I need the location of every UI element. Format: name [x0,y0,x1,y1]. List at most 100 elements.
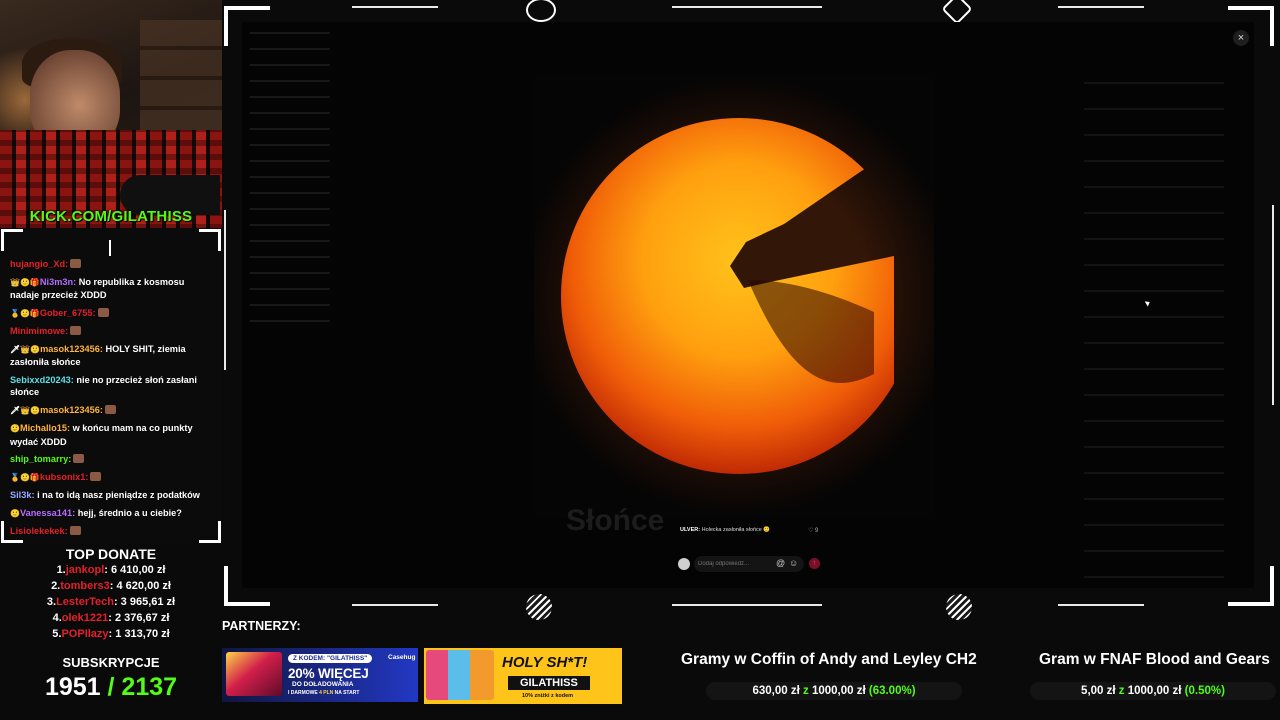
case-image [226,652,282,696]
dimmed-sidebar [250,32,330,332]
donate-rank: 3. [46,596,57,608]
channel-url: KICK.COM/GILATHISS [29,208,193,225]
donate-name: jankopl [65,564,105,576]
crosshair-logo-icon [946,594,972,620]
holy-packs-image [426,650,494,700]
goal-target: 1000,00 zł [811,685,866,697]
chat-username[interactable]: kubsonix1: [40,472,89,482]
chat-emote-icon [90,471,102,481]
post-caption: ULVER: Holecka zasłoniła słońce 🙂 [680,527,770,533]
mention-icon[interactable]: @ [776,558,785,568]
casehug-code: Z KODEM: "GILATHISS" [288,654,373,663]
subs-goal: / 2137 [107,673,178,701]
chat-message: 🥇🙂🎁Gober_6755: [10,307,214,321]
goal-sep: z [1118,685,1125,697]
top-donate-title: TOP DONATE [65,546,157,562]
goal-sep: z [802,685,809,697]
chat-message: Lisiolekekek: [10,525,214,538]
chat-message: 🙂Michallo15: w końcu mam na co punkty wy… [10,422,214,448]
chat-username[interactable]: Sil3k: [10,490,35,500]
donate-name: POPIlazy [61,628,109,640]
goal-current: 5,00 zł [1081,685,1116,697]
donate-row: 5.POPIlazy: 1 313,70 zł [0,626,222,642]
frame-vline [224,210,226,370]
holy-discount: 10% zniżki z kodem [522,693,574,699]
chat-emote-icon [69,526,81,535]
donate-amount: : 4 620,00 zł [109,580,171,592]
goal-title: Gramy w Coffin of Andy and Leyley CH2 [681,651,977,668]
frame-line [352,6,438,8]
donate-amount: : 2 376,67 zł [108,612,170,624]
chat-username[interactable]: Michallo15: [20,423,70,433]
close-icon[interactable]: × [1233,30,1249,46]
goal-percent: (0.50%) [1184,685,1225,697]
post-text: Holecka zasłoniła słońce 🙂 [701,527,771,533]
shared-screen: Słońce ULVER: Holecka zasłoniła słońce 🙂… [242,22,1254,588]
chat-emote-icon [70,259,82,268]
avatar [678,558,690,570]
frame-vline [1272,205,1274,405]
chat-text: hejj, średnio a u ciebie? [77,507,182,518]
chat-badges: 🥇🙂🎁 [10,308,40,318]
like-count[interactable]: ♡ 9 [808,527,818,534]
casehug-banner[interactable]: Z KODEM: "GILATHISS" Casehug 20% WIĘCEJ … [222,648,418,702]
chat-username[interactable]: Ni3m3n: [40,277,76,287]
frame-line [1058,604,1144,606]
webcam-feed: KICK.COM/GILATHISS [0,0,222,228]
donate-amount: : 6 410,00 zł [104,564,166,576]
chat-emote-icon [97,307,109,317]
donate-rank: 2. [51,580,61,592]
chat-badges: 🗡👑🙂 [10,405,41,415]
kick-logo-icon [526,0,556,22]
dimmed-post-title: Słońce [566,504,665,537]
frame-line [1058,6,1144,8]
chat-message: 🙂Vanessa141: hejj, średnio a u ciebie? [10,507,214,521]
chat-message: Sebixxd20243: nie no przecież słoń zasła… [10,374,214,399]
donate-name: tombers3 [60,580,110,592]
chat-message: 👑🙂🎁Ni3m3n: No republika z kosmosu nadaje… [10,276,214,302]
emoji-icon[interactable]: ☺ [789,558,798,568]
chat-username[interactable]: Minimimowe: [10,326,68,336]
chat-message: 🗡👑🙂masok123456: [10,404,214,418]
chat-username[interactable]: masok123456: [40,344,103,354]
chat-text: i na to idą nasz pieniądze z podatków [37,490,200,500]
chat-bracket-tl [1,229,23,251]
casehug-logo: Casehug [388,654,416,661]
donate-row: 1.jankopl: 6 410,00 zł [0,562,222,578]
donate-row: 2.tombers3: 4 620,00 zł [0,578,222,594]
dimmed-comments [1084,82,1224,582]
chat-username[interactable]: ship_tomarry: [10,454,71,464]
chat-username[interactable]: hujangio_Xd: [10,259,68,269]
frame-line [672,6,822,8]
subs-current: 1951 [44,673,101,701]
chat-emote-icon [70,326,82,335]
casehug-sub2-highlight: 4 PLN [319,690,334,696]
eclipse-photo [534,74,934,518]
chat-message: ship_tomarry: [10,453,214,466]
chat-message: 🥇🙂🎁kubsonix1: [10,471,214,485]
donate-row: 4.olek1221: 2 376,67 zł [0,610,222,626]
frame-line [352,604,438,606]
goal-amount: 630,00 zł z 1000,00 zł (63.00%) [706,682,962,700]
frame-line [672,604,822,606]
subs-counter: 1951 / 2137 [0,673,222,702]
send-icon[interactable]: ↑ [809,558,820,569]
chat-message: hujangio_Xd: [10,258,214,271]
chat-username[interactable]: masok123456: [40,405,103,415]
chat-emote-icon [73,454,85,463]
chat-bracket-tr [199,229,221,251]
chat-username[interactable]: Sebixxd20243: [10,375,74,385]
chat-username[interactable]: Lisiolekekek: [10,526,68,536]
top-donate-list: 1.jankopl: 6 410,00 zł 2.tombers3: 4 620,… [0,562,222,642]
casehug-sub2-suffix: NA START [333,690,360,696]
chat-username[interactable]: Vanessa141: [20,508,75,518]
chat-message: Minimimowe: [10,325,214,338]
chat-username[interactable]: Gober_6755: [40,308,96,318]
donate-amount: : 1 313,70 zł [108,628,170,640]
chat-panel: hujangio_Xd: 👑🙂🎁Ni3m3n: No republika z ko… [0,228,222,544]
reply-input[interactable] [694,556,804,572]
holy-banner[interactable]: HOLY SH*T! GILATHISS 10% zniżki z kodem [424,648,622,704]
chat-message: 🗡👑🙂masok123456: HOLY SHIT, ziemia zasłon… [10,343,214,369]
casehug-sub2-prefix: I DARMOWE [288,690,320,696]
donate-row: 3.LesterTech: 3 965,61 zł [0,594,222,610]
